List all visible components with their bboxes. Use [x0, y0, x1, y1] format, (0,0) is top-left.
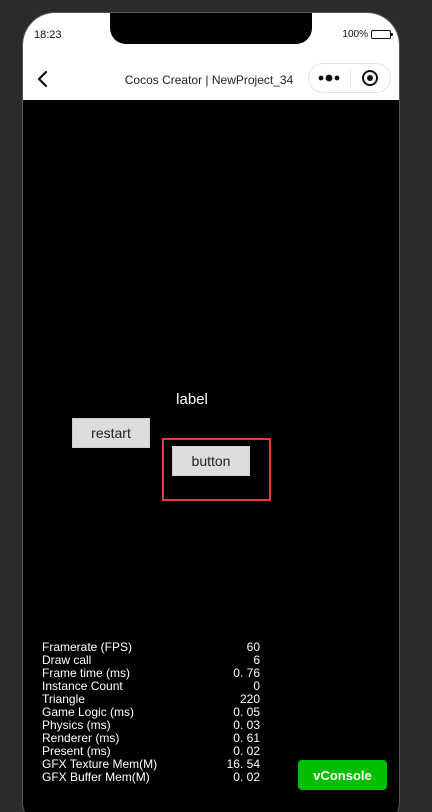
chevron-left-icon	[37, 70, 48, 88]
more-button[interactable]	[309, 64, 350, 92]
close-mini-program-button[interactable]	[350, 64, 390, 92]
stat-value: 0. 02	[233, 770, 260, 784]
status-time: 18:23	[34, 29, 62, 41]
phone-frame: 18:23 100% Cocos Creator | NewProject_34	[23, 13, 399, 812]
more-dots-icon	[318, 74, 340, 82]
target-circle-icon	[362, 70, 379, 86]
battery-percent: 100%	[342, 29, 368, 40]
game-canvas[interactable]: label restart button Framerate (FPS) 60 D…	[23, 100, 399, 812]
battery-icon	[371, 30, 393, 39]
mini-program-capsule	[308, 63, 391, 93]
page-title: Cocos Creator | NewProject_34	[124, 73, 294, 87]
stats-panel: Framerate (FPS) 60 Draw call 6 Frame time …	[42, 641, 260, 784]
status-bar: 18:23 100%	[23, 13, 399, 59]
screen: 18:23 100% Cocos Creator | NewProject_34	[0, 0, 432, 812]
stat-row: GFX Buffer Mem(M) 0. 02	[42, 771, 260, 784]
highlight-box	[162, 438, 271, 501]
vconsole-button[interactable]: vConsole	[298, 760, 387, 790]
notch	[110, 13, 312, 44]
battery-status: 100%	[342, 29, 393, 40]
back-button[interactable]	[32, 68, 54, 90]
restart-button[interactable]: restart	[72, 418, 150, 448]
stat-name: GFX Buffer Mem(M)	[42, 770, 150, 784]
game-label: label	[176, 391, 208, 408]
nav-bar: Cocos Creator | NewProject_34	[23, 59, 399, 100]
